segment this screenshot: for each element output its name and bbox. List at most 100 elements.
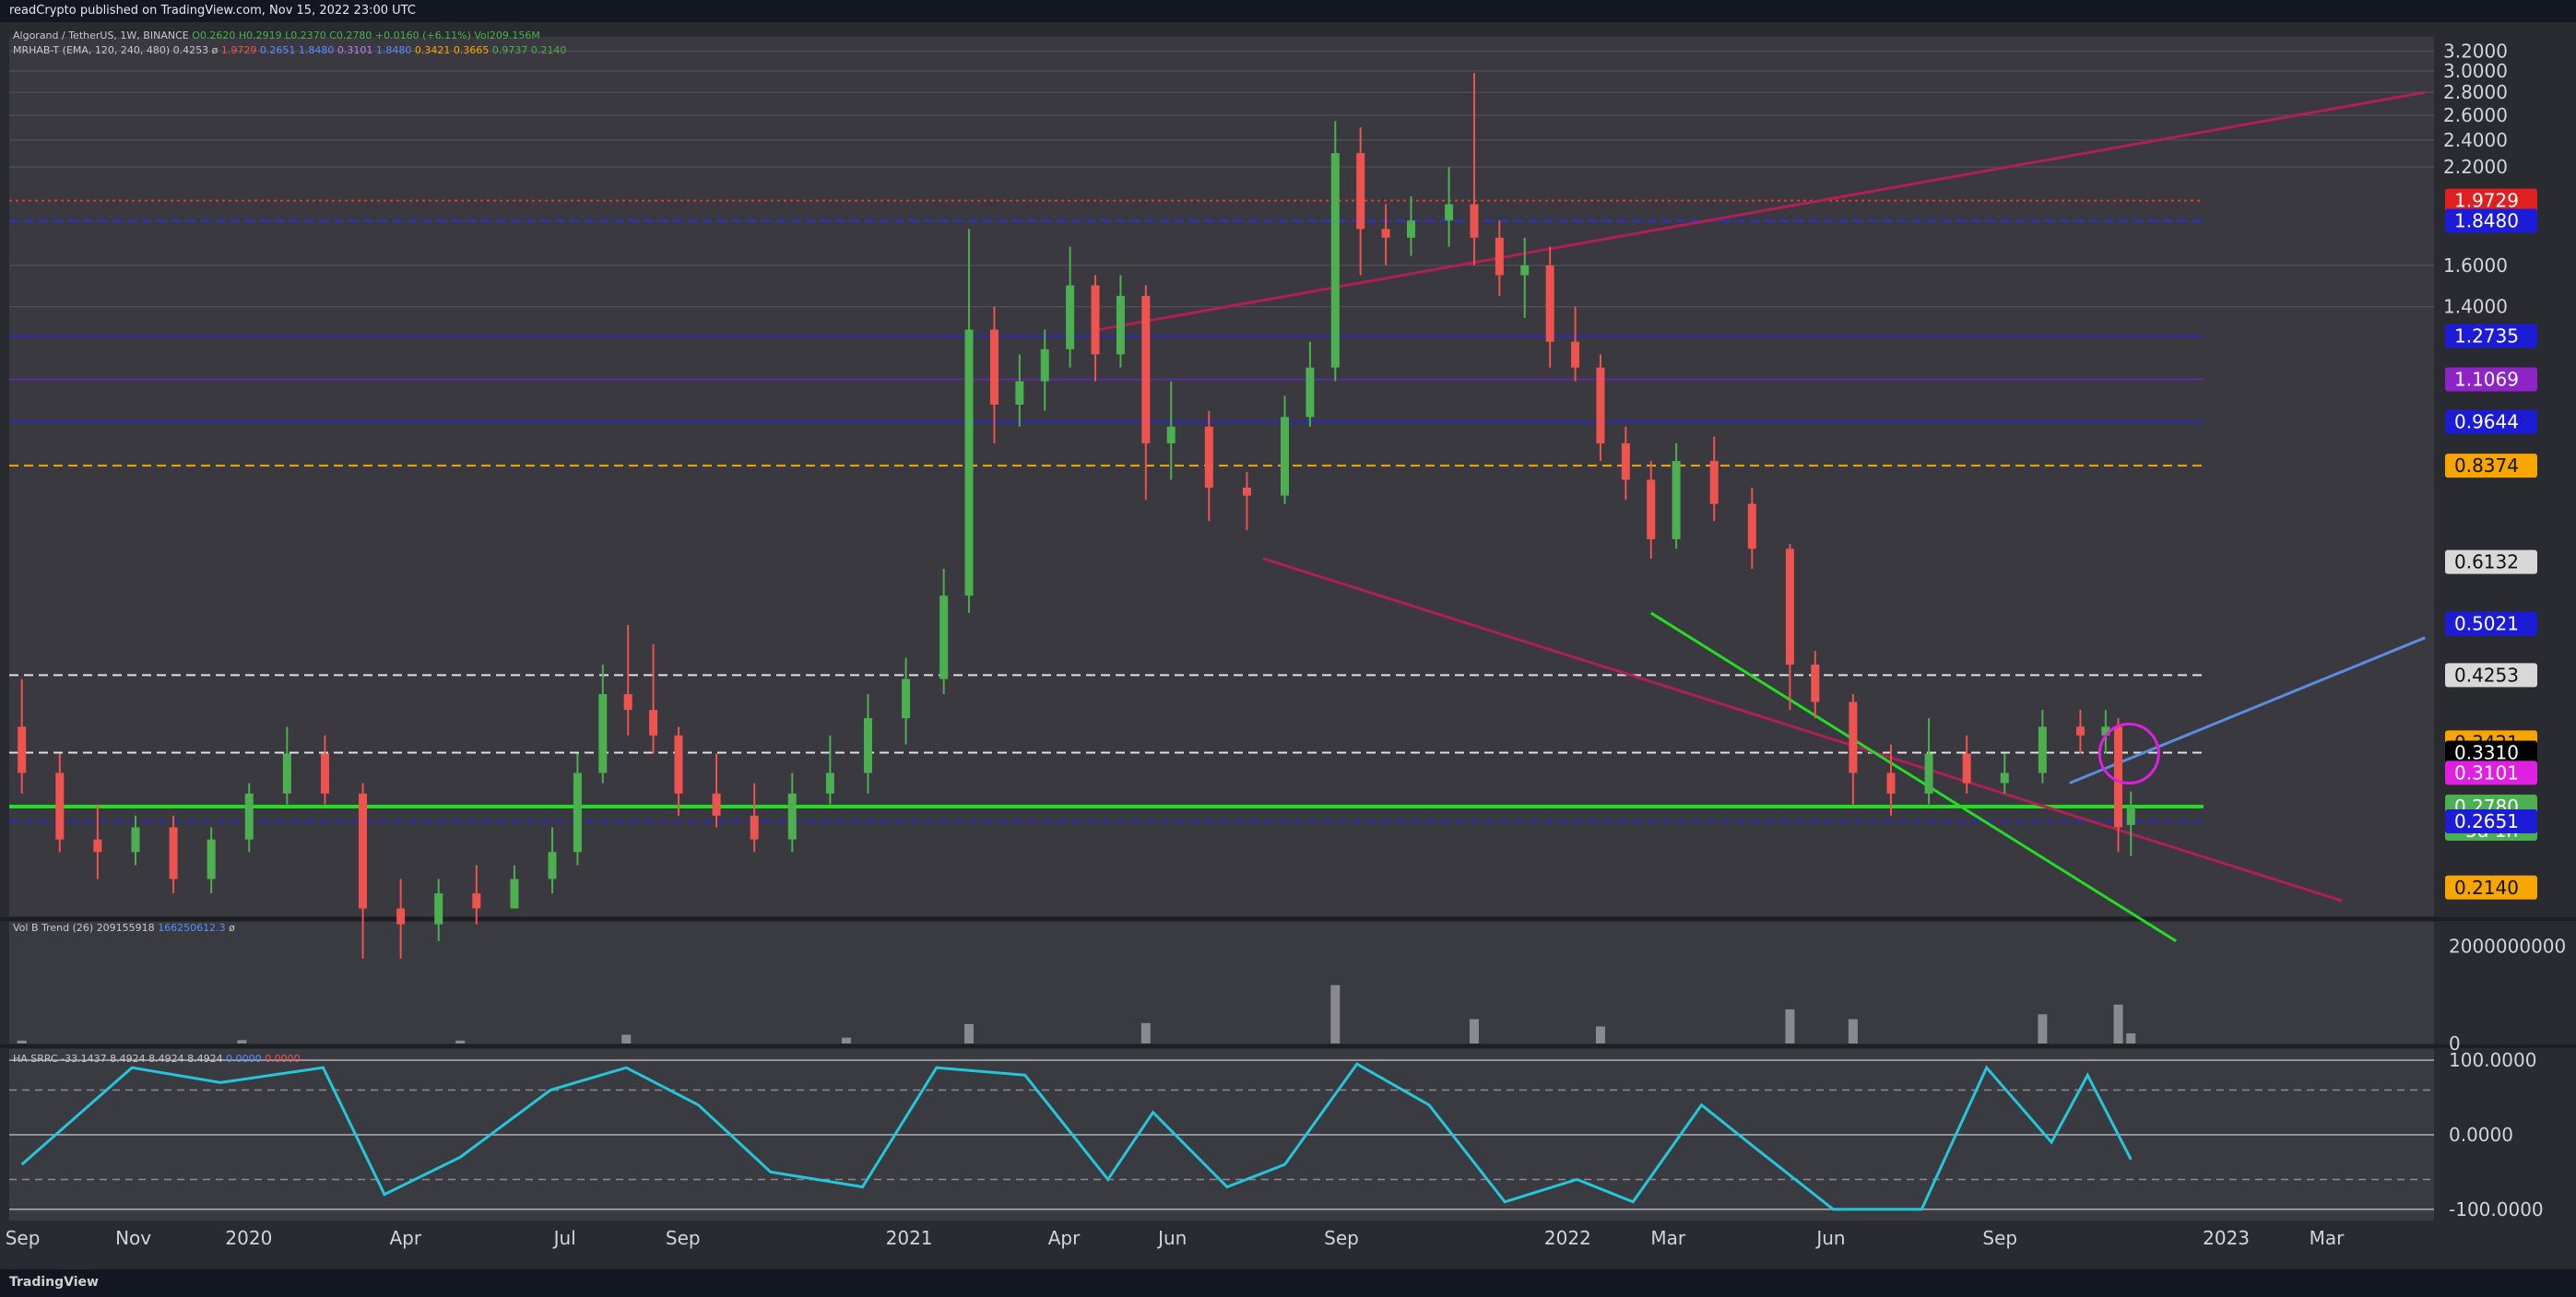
publisher-bar: readCrypto published on TradingView.com,… xyxy=(0,0,2576,22)
candle-body xyxy=(1747,503,1756,549)
candle-body xyxy=(55,772,65,840)
candle-body xyxy=(359,793,368,909)
volume-indicator-name: Vol B Trend (26) xyxy=(13,922,94,934)
y-tick-label: 2.6000 xyxy=(2443,104,2508,126)
price-tag-label: 1.8480 xyxy=(2454,210,2519,232)
x-tick-label: Jun xyxy=(1156,1227,1187,1249)
y-tick-label: 2.8000 xyxy=(2443,81,2508,103)
publisher-text: readCrypto published on TradingView.com,… xyxy=(9,4,416,18)
candle-body xyxy=(1785,548,1794,665)
oscillator-tick-label: 100.0000 xyxy=(2449,1049,2536,1071)
candle-body xyxy=(863,718,872,773)
volume-bar xyxy=(1469,1019,1479,1043)
candle-body xyxy=(1672,461,1681,539)
price-tag-label: 0.6132 xyxy=(2454,551,2519,573)
volume-bar xyxy=(2038,1014,2048,1043)
candle-body xyxy=(1571,341,1580,368)
candle-body xyxy=(1545,265,1554,342)
volume-tick-label: 2000000000 xyxy=(2449,935,2566,957)
open-value: O0.2620 xyxy=(192,29,236,41)
low-value: L0.2370 xyxy=(285,29,326,41)
symbol-legend: Algorand / TetherUS, 1W, BINANCE O0.2620… xyxy=(13,29,540,41)
candle-body xyxy=(1356,153,1365,230)
candle-body xyxy=(1709,461,1719,504)
candle-body xyxy=(1621,442,1630,480)
candle-body xyxy=(282,753,291,794)
candle-body xyxy=(396,908,406,925)
volume-bar xyxy=(1140,1022,1151,1043)
x-tick-label: 2020 xyxy=(225,1227,272,1249)
candle-body xyxy=(1066,285,1075,349)
candle-body xyxy=(964,329,974,596)
x-tick-label: 2021 xyxy=(886,1227,933,1249)
candle-body xyxy=(1015,381,1024,405)
x-tick-label: Mar xyxy=(2310,1227,2346,1249)
candle-body xyxy=(573,772,582,853)
volume-bar xyxy=(2113,1004,2123,1043)
candle-body xyxy=(2075,726,2085,736)
volume-indicator-value: 209155918 xyxy=(96,922,155,934)
price-tag-label: 0.9644 xyxy=(2454,411,2519,433)
chart-canvas[interactable]: 3.20003.00002.80002.6000 2.4000 2.2000 1.60… xyxy=(0,22,2576,1269)
volume-bar xyxy=(455,1040,466,1043)
oscillator-tick-label: 0.0000 xyxy=(2449,1124,2513,1146)
candle-body xyxy=(548,852,557,879)
candle-body xyxy=(1306,367,1315,418)
candle-body xyxy=(674,735,683,794)
volume-bar xyxy=(1330,985,1341,1043)
candle-body xyxy=(18,726,27,773)
price-tag-label: 1.9729 xyxy=(2454,190,2519,212)
candle-body xyxy=(1647,479,1656,539)
indicator-value: 0.4253 xyxy=(172,44,209,56)
price-tag-label: 0.8374 xyxy=(2454,454,2519,477)
candle-body xyxy=(825,772,834,794)
candle-body xyxy=(750,815,759,840)
y-tick-label: 2.2000 xyxy=(2443,156,2508,178)
oscillator-value: 8.4924 xyxy=(187,1053,223,1065)
x-tick-label: Apr xyxy=(1048,1227,1081,1249)
candle-body xyxy=(1596,367,1605,443)
indicator-legend: MRHAB-T (EMA, 120, 240, 480) 0.4253 ø 1.… xyxy=(13,44,566,56)
y-tick-label: 1.4000 xyxy=(2443,296,2508,318)
candle-body xyxy=(1242,487,1251,496)
tradingview-footer: TradingView xyxy=(0,1269,2576,1297)
candle-body xyxy=(1330,153,1340,368)
oscillator-name: HA SRRC xyxy=(13,1053,58,1065)
indicator-value: 0.3101 xyxy=(337,44,373,56)
price-tag-label: 0.2651 xyxy=(2454,810,2519,832)
candle-body xyxy=(1924,753,1933,794)
candle-body xyxy=(472,893,481,909)
candle-body xyxy=(169,827,178,879)
y-tick-label: 1.6000 xyxy=(2443,254,2508,277)
tradingview-logo[interactable]: TradingView xyxy=(9,1275,99,1290)
candle-body xyxy=(939,595,949,679)
candle-body xyxy=(2000,772,2009,784)
candle-body xyxy=(787,793,797,840)
volume-value: Vol209.156M xyxy=(474,29,540,41)
oscillator-value: 0.0000 xyxy=(265,1053,301,1065)
volume-bar xyxy=(2126,1032,2136,1043)
candle-body xyxy=(712,793,721,816)
indicator-value: 0.9737 xyxy=(491,44,528,56)
indicator-value: 0.3665 xyxy=(453,44,490,56)
price-tag-label: 0.2140 xyxy=(2454,877,2519,899)
price-tag-label: 0.3101 xyxy=(2454,761,2519,784)
candle-body xyxy=(2038,726,2047,773)
volume-bar xyxy=(1848,1019,1858,1043)
main-pane-background xyxy=(9,37,2434,916)
symbol-name: Algorand / TetherUS, 1W, BINANCE xyxy=(13,29,189,41)
y-tick-label: 3.2000 xyxy=(2443,40,2508,62)
candle-body xyxy=(989,329,998,405)
price-tag-label: 0.3310 xyxy=(2454,741,2519,763)
volume-bar xyxy=(237,1040,247,1043)
oscillator-value: 0.0000 xyxy=(226,1053,262,1065)
candle-body xyxy=(207,839,216,879)
change-value: +0.0160 (+6.11%) xyxy=(374,29,471,41)
volume-indicator-sep: ø xyxy=(229,922,235,934)
x-tick-label: Sep xyxy=(666,1227,701,1249)
candle-body xyxy=(623,693,632,711)
close-value: C0.2780 xyxy=(329,29,372,41)
oscillator-value: 8.4924 xyxy=(148,1053,184,1065)
x-tick-label: Jul xyxy=(552,1227,576,1249)
y-tick-label: 3.0000 xyxy=(2443,60,2508,82)
